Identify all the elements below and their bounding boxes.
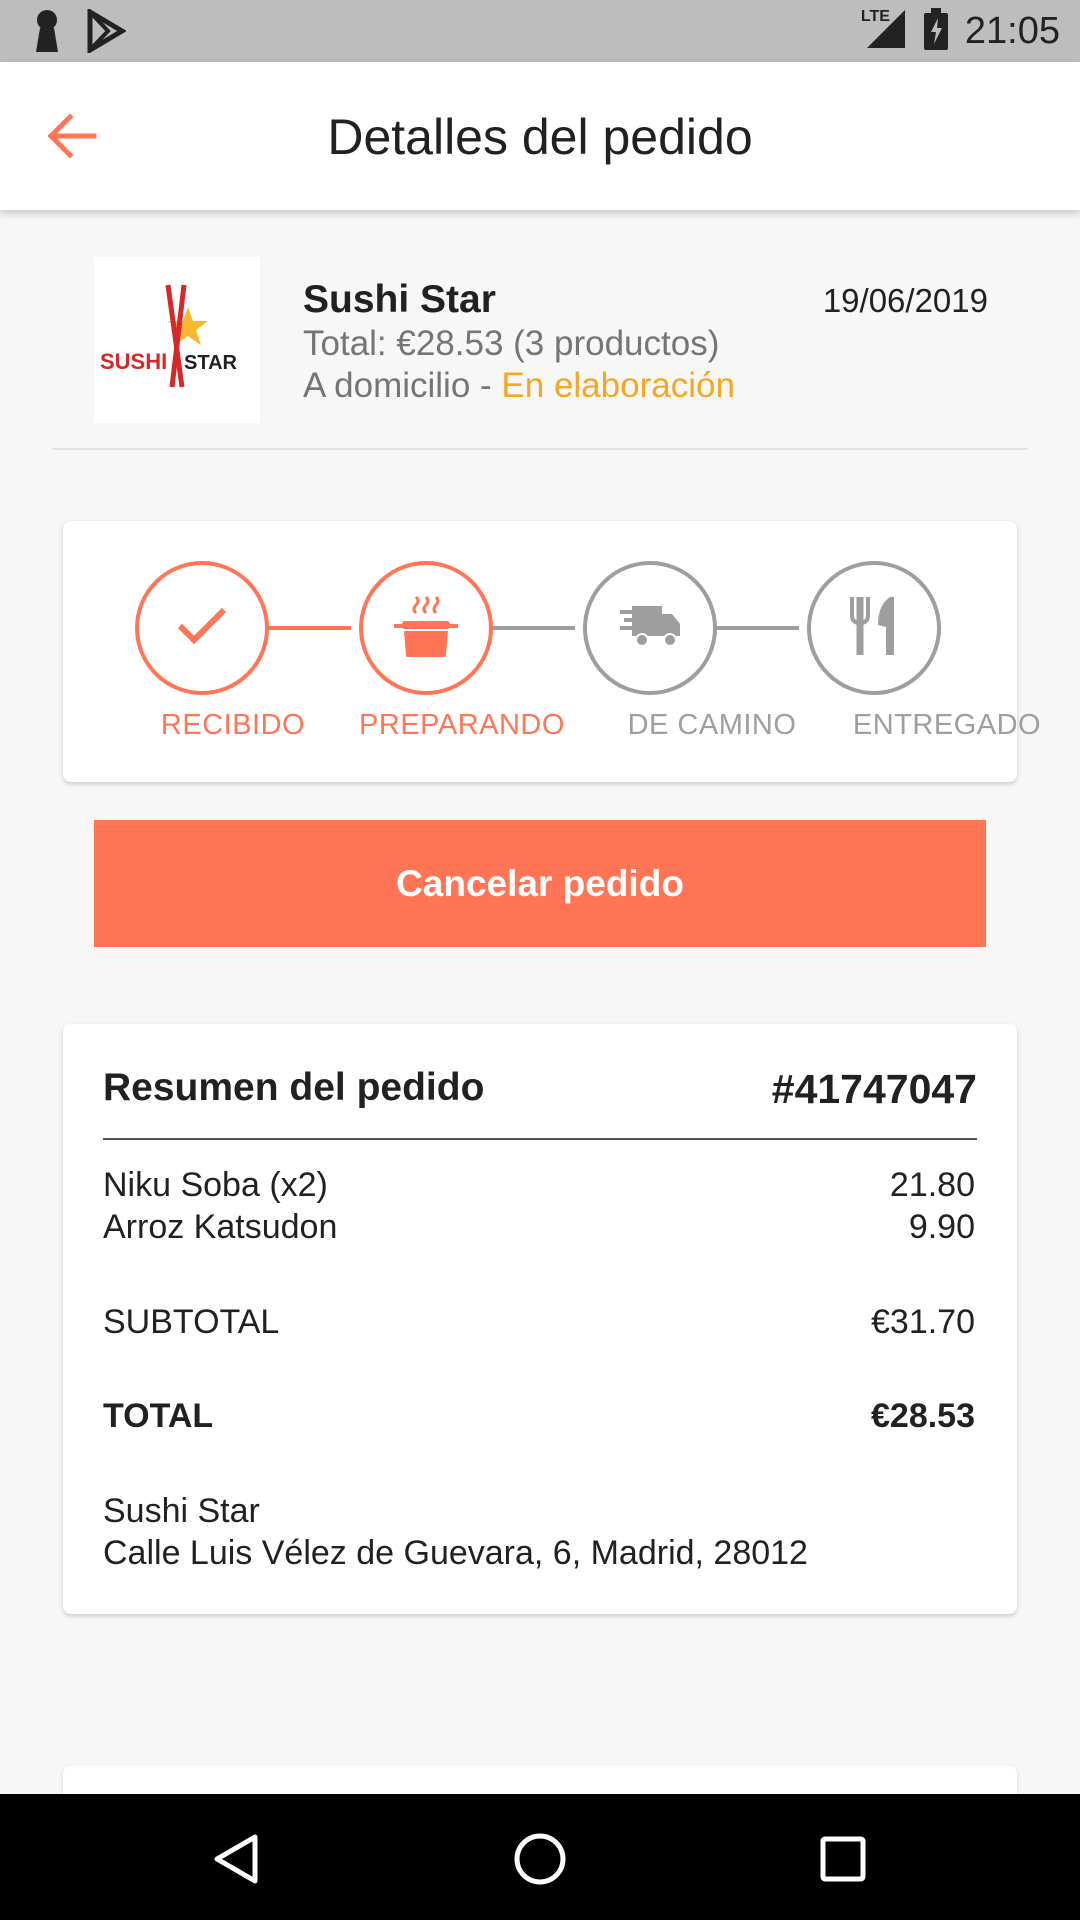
page-title: Detalles del pedido [327, 109, 753, 165]
tracker-line-1 [261, 626, 351, 630]
line-item: Niku Soba (x2) 21.80 [103, 1166, 975, 1205]
tracker-line-3 [709, 626, 799, 630]
restaurant-header: SUSHI STAR Sushi Star 19/06/2019 Total: … [52, 210, 1028, 450]
back-triangle-icon[interactable] [201, 1824, 271, 1894]
address-name: Sushi Star [103, 1492, 260, 1530]
address-line: Calle Luis Vélez de Guevara, 6, Madrid, … [103, 1534, 808, 1572]
logo-text-sushi: SUSHI [100, 349, 167, 374]
subtotal-row: SUBTOTAL €31.70 [103, 1303, 975, 1342]
clock: 21:05 [964, 9, 1060, 52]
home-circle-icon[interactable] [505, 1824, 575, 1894]
fork-knife-icon [848, 595, 900, 662]
step-preparando [359, 561, 493, 695]
restaurant-name: Sushi Star [303, 278, 496, 321]
order-summary-card: Resumen del pedido #41747047 Niku Soba (… [63, 1024, 1017, 1614]
restaurant-logo: SUSHI STAR [94, 257, 260, 423]
logo-text-star: STAR [184, 352, 238, 374]
line-item: Arroz Katsudon 9.90 [103, 1208, 975, 1247]
order-date: 19/06/2019 [822, 282, 988, 319]
step-entregado [807, 561, 941, 695]
keyhole-icon [30, 8, 64, 59]
delivery-status-line: A domicilio - En elaboración [303, 366, 735, 406]
line-item-name: Niku Soba (x2) [103, 1166, 328, 1204]
line-item-name: Arroz Katsudon [103, 1208, 338, 1246]
summary-title: Resumen del pedido [103, 1066, 485, 1109]
total-label: TOTAL [103, 1397, 214, 1435]
total-value: €28.53 [871, 1397, 975, 1435]
app-bar: Detalles del pedido [0, 62, 1080, 210]
step-label-entregado: ENTREGADO [852, 709, 1042, 741]
step-label-recibido: RECIBIDO [160, 709, 306, 741]
cooking-pot-icon [392, 593, 460, 664]
delivery-truck-icon [618, 602, 682, 655]
status-bar: LTE 21:05 [0, 0, 1080, 62]
total-row: TOTAL €28.53 [103, 1397, 975, 1436]
navigation-bar [0, 1794, 1080, 1920]
subtotal-label: SUBTOTAL [103, 1303, 280, 1341]
summary-divider [103, 1138, 977, 1140]
line-item-price: 9.90 [908, 1208, 975, 1246]
order-status: En elaboración [501, 366, 735, 405]
step-label-de-camino: DE CAMINO [627, 709, 797, 741]
line-item-price: 21.80 [889, 1166, 975, 1204]
battery-icon [923, 7, 949, 55]
order-number: #41747047 [771, 1066, 977, 1112]
cancel-order-button[interactable]: Cancelar pedido [94, 820, 986, 947]
signal-icon: LTE [861, 8, 907, 55]
network-type-label: LTE [860, 7, 890, 25]
order-tracker: RECIBIDO PREPARANDO DE CAMINO ENTREGADO [63, 521, 1041, 782]
recents-square-icon[interactable] [808, 1824, 878, 1894]
check-icon [176, 606, 228, 651]
tracker-line-2 [485, 626, 575, 630]
step-recibido [135, 561, 269, 695]
delivery-type: A domicilio - [303, 366, 502, 405]
step-label-preparando: PREPARANDO [359, 709, 565, 741]
step-de-camino [583, 561, 717, 695]
play-store-icon [86, 7, 127, 58]
order-total-line: Total: €28.53 (3 productos) [303, 324, 720, 363]
subtotal-value: €31.70 [871, 1303, 975, 1341]
